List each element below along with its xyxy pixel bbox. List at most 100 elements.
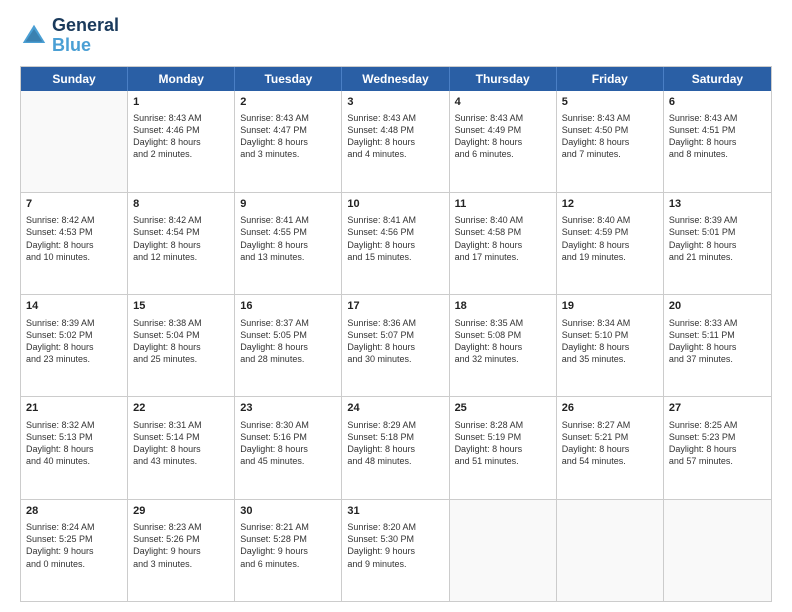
daylight-text-cont: and 25 minutes.: [133, 353, 229, 365]
daylight-text: Daylight: 8 hours: [133, 136, 229, 148]
sunrise-text: Sunrise: 8:32 AM: [26, 419, 122, 431]
sunset-text: Sunset: 5:07 PM: [347, 329, 443, 341]
sunrise-text: Sunrise: 8:25 AM: [669, 419, 766, 431]
sunrise-text: Sunrise: 8:29 AM: [347, 419, 443, 431]
calendar-body: 1Sunrise: 8:43 AMSunset: 4:46 PMDaylight…: [21, 91, 771, 601]
calendar-day-cell: 12Sunrise: 8:40 AMSunset: 4:59 PMDayligh…: [557, 193, 664, 294]
calendar-header: SundayMondayTuesdayWednesdayThursdayFrid…: [21, 67, 771, 91]
calendar-day-cell: 26Sunrise: 8:27 AMSunset: 5:21 PMDayligh…: [557, 397, 664, 498]
daylight-text: Daylight: 8 hours: [562, 136, 658, 148]
calendar-day-cell: 18Sunrise: 8:35 AMSunset: 5:08 PMDayligh…: [450, 295, 557, 396]
daylight-text-cont: and 21 minutes.: [669, 251, 766, 263]
calendar-day-cell: 21Sunrise: 8:32 AMSunset: 5:13 PMDayligh…: [21, 397, 128, 498]
day-number: 24: [347, 401, 443, 416]
daylight-text: Daylight: 8 hours: [133, 239, 229, 251]
daylight-text-cont: and 23 minutes.: [26, 353, 122, 365]
sunrise-text: Sunrise: 8:27 AM: [562, 419, 658, 431]
daylight-text-cont: and 37 minutes.: [669, 353, 766, 365]
day-number: 31: [347, 504, 443, 519]
day-number: 15: [133, 299, 229, 314]
daylight-text-cont: and 8 minutes.: [669, 148, 766, 160]
daylight-text: Daylight: 8 hours: [26, 239, 122, 251]
logo: General Blue: [20, 16, 119, 56]
day-number: 6: [669, 95, 766, 110]
weekday-header: Thursday: [450, 67, 557, 91]
day-number: 21: [26, 401, 122, 416]
day-number: 3: [347, 95, 443, 110]
calendar-day-cell: 24Sunrise: 8:29 AMSunset: 5:18 PMDayligh…: [342, 397, 449, 498]
sunset-text: Sunset: 4:46 PM: [133, 124, 229, 136]
sunrise-text: Sunrise: 8:39 AM: [669, 214, 766, 226]
day-number: 19: [562, 299, 658, 314]
sunset-text: Sunset: 5:08 PM: [455, 329, 551, 341]
daylight-text-cont: and 12 minutes.: [133, 251, 229, 263]
sunrise-text: Sunrise: 8:24 AM: [26, 521, 122, 533]
daylight-text-cont: and 17 minutes.: [455, 251, 551, 263]
daylight-text: Daylight: 8 hours: [347, 239, 443, 251]
sunset-text: Sunset: 4:55 PM: [240, 226, 336, 238]
sunset-text: Sunset: 5:13 PM: [26, 431, 122, 443]
page: General Blue SundayMondayTuesdayWednesda…: [0, 0, 792, 612]
calendar-day-cell: 15Sunrise: 8:38 AMSunset: 5:04 PMDayligh…: [128, 295, 235, 396]
sunset-text: Sunset: 5:28 PM: [240, 533, 336, 545]
sunrise-text: Sunrise: 8:30 AM: [240, 419, 336, 431]
daylight-text: Daylight: 8 hours: [669, 136, 766, 148]
sunset-text: Sunset: 5:19 PM: [455, 431, 551, 443]
calendar-day-cell: 19Sunrise: 8:34 AMSunset: 5:10 PMDayligh…: [557, 295, 664, 396]
calendar-day-cell: 9Sunrise: 8:41 AMSunset: 4:55 PMDaylight…: [235, 193, 342, 294]
sunrise-text: Sunrise: 8:43 AM: [455, 112, 551, 124]
sunrise-text: Sunrise: 8:38 AM: [133, 317, 229, 329]
empty-cell: [557, 500, 664, 601]
day-number: 28: [26, 504, 122, 519]
calendar-day-cell: 16Sunrise: 8:37 AMSunset: 5:05 PMDayligh…: [235, 295, 342, 396]
calendar-day-cell: 29Sunrise: 8:23 AMSunset: 5:26 PMDayligh…: [128, 500, 235, 601]
calendar-day-cell: 27Sunrise: 8:25 AMSunset: 5:23 PMDayligh…: [664, 397, 771, 498]
daylight-text: Daylight: 8 hours: [26, 341, 122, 353]
sunset-text: Sunset: 5:01 PM: [669, 226, 766, 238]
weekday-header: Tuesday: [235, 67, 342, 91]
daylight-text-cont: and 48 minutes.: [347, 455, 443, 467]
daylight-text-cont: and 57 minutes.: [669, 455, 766, 467]
sunset-text: Sunset: 4:47 PM: [240, 124, 336, 136]
calendar-day-cell: 7Sunrise: 8:42 AMSunset: 4:53 PMDaylight…: [21, 193, 128, 294]
sunset-text: Sunset: 5:21 PM: [562, 431, 658, 443]
weekday-header: Saturday: [664, 67, 771, 91]
day-number: 25: [455, 401, 551, 416]
calendar-day-cell: 14Sunrise: 8:39 AMSunset: 5:02 PMDayligh…: [21, 295, 128, 396]
day-number: 13: [669, 197, 766, 212]
daylight-text-cont: and 51 minutes.: [455, 455, 551, 467]
daylight-text-cont: and 40 minutes.: [26, 455, 122, 467]
daylight-text-cont: and 43 minutes.: [133, 455, 229, 467]
sunrise-text: Sunrise: 8:31 AM: [133, 419, 229, 431]
daylight-text: Daylight: 8 hours: [347, 443, 443, 455]
daylight-text: Daylight: 8 hours: [347, 136, 443, 148]
weekday-header: Monday: [128, 67, 235, 91]
day-number: 16: [240, 299, 336, 314]
sunrise-text: Sunrise: 8:43 AM: [669, 112, 766, 124]
sunset-text: Sunset: 4:51 PM: [669, 124, 766, 136]
day-number: 5: [562, 95, 658, 110]
weekday-header: Sunday: [21, 67, 128, 91]
daylight-text-cont: and 32 minutes.: [455, 353, 551, 365]
daylight-text-cont: and 35 minutes.: [562, 353, 658, 365]
daylight-text: Daylight: 8 hours: [240, 443, 336, 455]
calendar-day-cell: 13Sunrise: 8:39 AMSunset: 5:01 PMDayligh…: [664, 193, 771, 294]
daylight-text: Daylight: 8 hours: [669, 443, 766, 455]
daylight-text-cont: and 28 minutes.: [240, 353, 336, 365]
daylight-text: Daylight: 8 hours: [455, 443, 551, 455]
daylight-text-cont: and 54 minutes.: [562, 455, 658, 467]
sunrise-text: Sunrise: 8:43 AM: [562, 112, 658, 124]
sunset-text: Sunset: 5:10 PM: [562, 329, 658, 341]
calendar-day-cell: 2Sunrise: 8:43 AMSunset: 4:47 PMDaylight…: [235, 91, 342, 192]
daylight-text-cont: and 3 minutes.: [240, 148, 336, 160]
daylight-text: Daylight: 8 hours: [562, 239, 658, 251]
daylight-text-cont: and 6 minutes.: [455, 148, 551, 160]
calendar-day-cell: 3Sunrise: 8:43 AMSunset: 4:48 PMDaylight…: [342, 91, 449, 192]
daylight-text-cont: and 6 minutes.: [240, 558, 336, 570]
sunrise-text: Sunrise: 8:35 AM: [455, 317, 551, 329]
sunset-text: Sunset: 5:26 PM: [133, 533, 229, 545]
calendar-day-cell: 4Sunrise: 8:43 AMSunset: 4:49 PMDaylight…: [450, 91, 557, 192]
calendar: SundayMondayTuesdayWednesdayThursdayFrid…: [20, 66, 772, 602]
daylight-text: Daylight: 9 hours: [240, 545, 336, 557]
sunset-text: Sunset: 5:23 PM: [669, 431, 766, 443]
